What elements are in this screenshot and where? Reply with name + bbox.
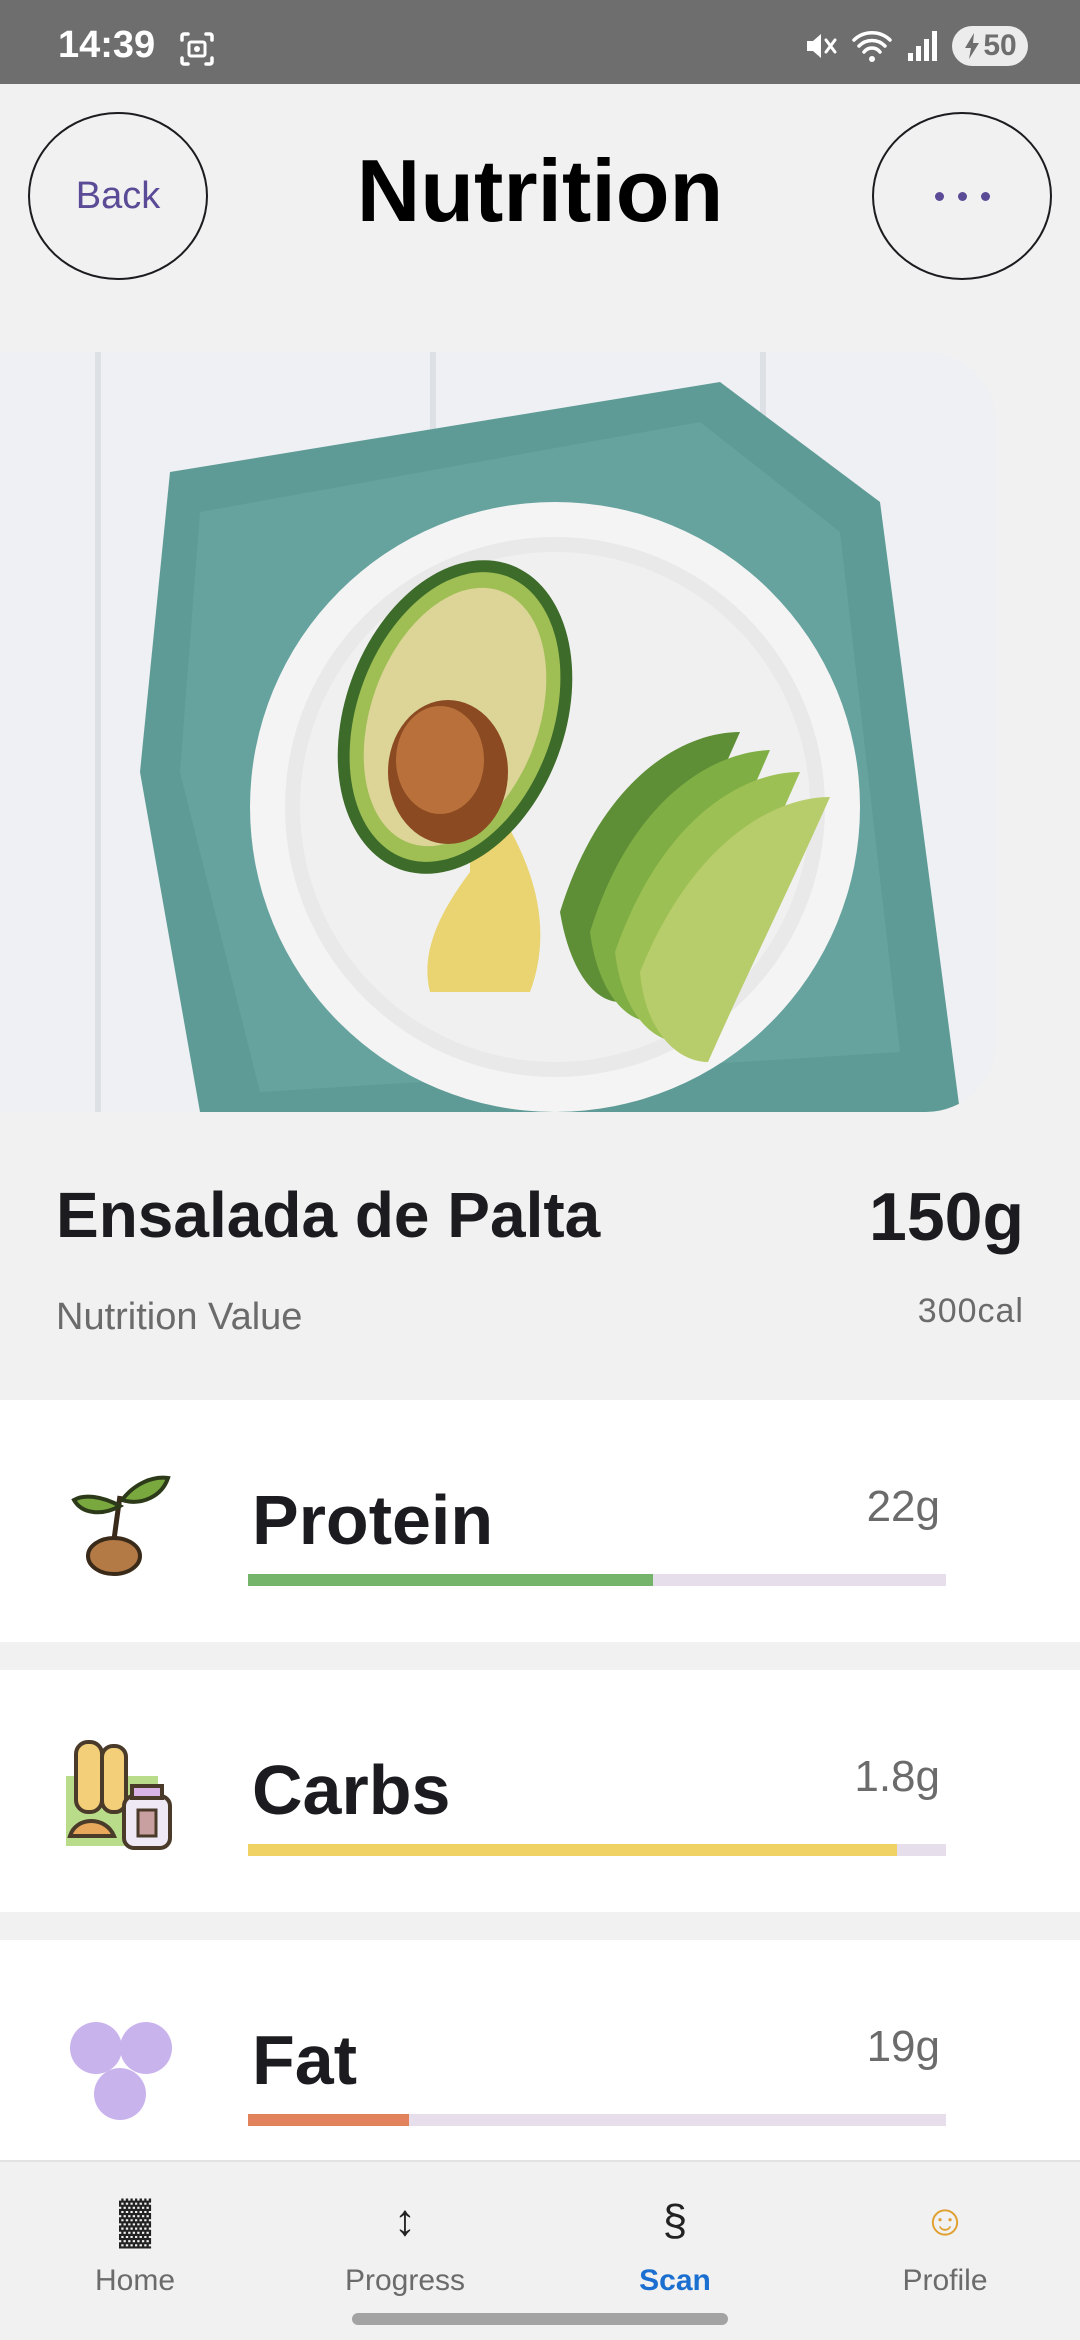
nav-profile[interactable]: ☺ Profile <box>810 2162 1080 2312</box>
wifi-icon <box>852 31 892 62</box>
nav-label: Progress <box>344 2264 466 2297</box>
protein-progress-bar <box>248 1574 946 1586</box>
progress-icon: ↕ <box>394 2196 416 2245</box>
nutrient-name: Protein <box>252 1481 494 1559</box>
screenshot-icon <box>180 32 214 66</box>
scan-icon: § <box>662 2196 688 2245</box>
nav-label: Profile <box>902 2264 988 2297</box>
nutrient-card-carbs[interactable]: Carbs 1.8g <box>0 1670 1080 1912</box>
status-icons: 50 <box>802 26 1028 66</box>
nutrient-amount: 19g <box>866 2022 940 2071</box>
carbs-progress-bar <box>248 1844 946 1856</box>
nav-scan[interactable]: § Scan <box>540 2162 810 2312</box>
nutrient-card-fat[interactable]: Fat 19g <box>0 1940 1080 2160</box>
nav-progress[interactable]: ↕ Progress <box>270 2162 540 2312</box>
profile-icon: ☺ <box>922 2196 968 2245</box>
protein-progress-fill <box>248 1574 653 1586</box>
fat-progress-fill <box>248 2114 409 2126</box>
nutrient-amount: 22g <box>866 1482 940 1531</box>
status-bar: 14:39 50 <box>0 0 1080 84</box>
battery-indicator: 50 <box>952 26 1028 66</box>
nutrient-amount: 1.8g <box>854 1752 940 1801</box>
nutrition-value-label: Nutrition Value <box>56 1296 303 1338</box>
food-weight: 150g <box>869 1179 1024 1255</box>
fat-droplets-icon <box>70 2022 172 2120</box>
nav-label: Home <box>94 2264 176 2297</box>
home-indicator[interactable] <box>352 2313 728 2325</box>
bread-jar-icon <box>66 1740 172 1850</box>
home-icon: ▓ <box>118 2196 152 2245</box>
charging-icon <box>965 33 980 59</box>
nutrient-name: Fat <box>252 2021 357 2099</box>
avocado-plate-illustration <box>0 352 996 1112</box>
sprout-icon <box>71 1475 171 1576</box>
status-time: 14:39 <box>58 24 156 66</box>
calories-value: 300cal <box>917 1292 1024 1330</box>
more-icon <box>934 191 990 201</box>
nutrient-name: Carbs <box>252 1751 451 1829</box>
food-image <box>0 352 996 1112</box>
signal-icon <box>908 31 937 61</box>
carbs-progress-fill <box>248 1844 898 1856</box>
food-name: Ensalada de Palta <box>56 1179 601 1251</box>
mute-icon <box>807 34 837 58</box>
nav-label: Scan <box>639 2264 711 2297</box>
nutrient-card-protein[interactable]: Protein 22g <box>0 1400 1080 1642</box>
nav-home[interactable]: ▓ Home <box>0 2162 270 2312</box>
battery-level: 50 <box>983 29 1017 62</box>
fat-progress-bar <box>248 2114 946 2126</box>
more-options-button[interactable] <box>872 112 1052 280</box>
